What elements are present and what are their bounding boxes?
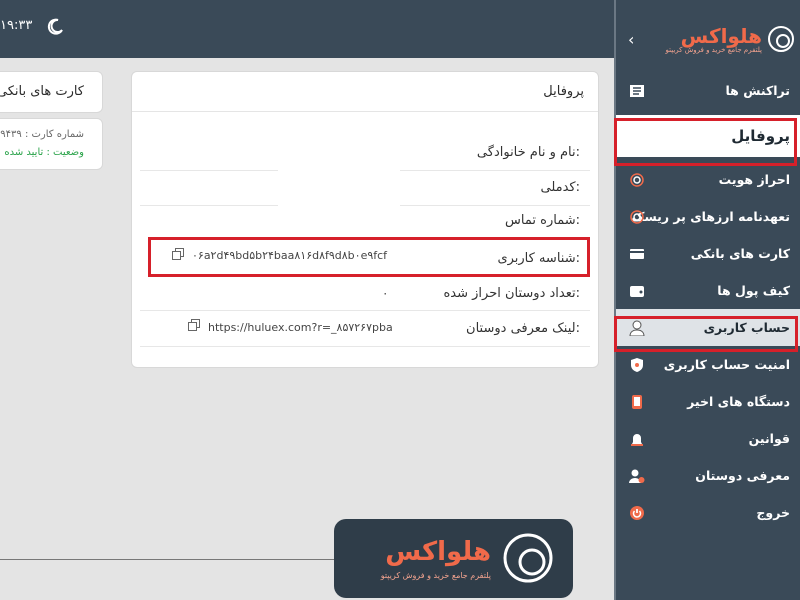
sidebar-item-recent-devices[interactable]: دستگاه های اخیر bbox=[616, 383, 800, 420]
transactions-icon bbox=[628, 82, 646, 100]
logo-icon bbox=[768, 26, 794, 52]
sidebar-item-label: حساب کاربری bbox=[703, 320, 790, 335]
bottom-divider bbox=[0, 559, 334, 560]
sidebar-section-profile: پروفایل bbox=[616, 115, 800, 157]
logo-icon bbox=[503, 533, 553, 583]
fingerprint-icon bbox=[628, 208, 646, 226]
verified-friends-label: تعداد دوستان احراز شده: bbox=[443, 286, 580, 301]
profile-card-title: پروفایل bbox=[543, 84, 584, 99]
sidebar-item-account-security[interactable]: امنیت حساب کاربری bbox=[616, 346, 800, 383]
copy-icon[interactable] bbox=[188, 319, 200, 331]
national-code-label: کدملی: bbox=[540, 180, 580, 195]
logo-text: هلواکس bbox=[680, 24, 762, 48]
wallet-icon bbox=[628, 282, 646, 300]
sidebar-item-label: تراکنش ها bbox=[725, 83, 790, 98]
user-id-value: ۰۶a۲d۴۹bd۵b۲۴baa۸۱۶d۸f۹d۸b۰e۹fcf bbox=[192, 249, 388, 262]
sidebar-header: ‹ هلواکس پلتفرم جامع خرید و فروش کریپتو bbox=[616, 0, 800, 70]
add-user-icon bbox=[628, 467, 646, 485]
sidebar: ‹ هلواکس پلتفرم جامع خرید و فروش کریپتو … bbox=[614, 0, 800, 600]
sidebar-item-identity-verification[interactable]: احراز هویت bbox=[616, 161, 800, 198]
power-icon bbox=[628, 504, 646, 522]
sidebar-item-wallets[interactable]: کیف پول ها bbox=[616, 272, 800, 309]
logo-tagline: پلتفرم جامع خرید و فروش کریپتو bbox=[665, 46, 763, 54]
card-status: وضعیت : تایید شده bbox=[4, 147, 84, 158]
divider bbox=[400, 170, 590, 171]
divider bbox=[400, 205, 590, 206]
user-id-label: شناسه کاربری: bbox=[497, 251, 580, 266]
bank-card-icon bbox=[628, 245, 646, 263]
sidebar-item-label: امنیت حساب کاربری bbox=[663, 357, 790, 372]
sidebar-item-label: احراز هویت bbox=[718, 172, 790, 187]
divider bbox=[140, 170, 278, 171]
moon-icon[interactable] bbox=[45, 17, 65, 37]
fingerprint-icon bbox=[628, 171, 646, 189]
sidebar-item-label: کیف پول ها bbox=[717, 283, 790, 298]
profile-card-header: پروفایل bbox=[132, 72, 598, 112]
sidebar-item-refer-friends[interactable]: معرفی دوستان bbox=[616, 457, 800, 494]
bank-cards-card: کارت های بانکی bbox=[0, 71, 103, 113]
sidebar-menu: تراکنش ها پروفایل احراز هویت تعهدنامه ار… bbox=[616, 72, 800, 531]
sidebar-item-high-risk-agreement[interactable]: تعهدنامه ارزهای پر ریسک bbox=[616, 198, 800, 235]
watermark-title: هلواکس bbox=[385, 537, 491, 567]
phone-icon bbox=[628, 393, 646, 411]
bank-cards-title: کارت های بانکی bbox=[0, 84, 84, 99]
sidebar-section-label: پروفایل bbox=[731, 127, 790, 145]
shield-icon bbox=[628, 356, 646, 374]
sidebar-item-label: دستگاه های اخیر bbox=[687, 394, 790, 409]
copy-icon[interactable] bbox=[172, 248, 184, 260]
phone-label: شماره تماس: bbox=[505, 213, 580, 228]
referral-link-value: https://huluex.com?r=_۸۵۷۲۶۷pba bbox=[208, 321, 393, 334]
full-name-label: نام و نام خانوادگی: bbox=[476, 145, 580, 160]
divider bbox=[140, 310, 590, 311]
divider bbox=[140, 346, 590, 347]
sidebar-item-user-account[interactable]: حساب کاربری bbox=[616, 309, 800, 346]
top-bar: ۱۹:۳۳ bbox=[0, 0, 614, 58]
card-number: شماره کارت : ۹۴۳۹ bbox=[0, 129, 84, 140]
sidebar-item-label: خروج bbox=[756, 505, 790, 520]
watermark-logo: هلواکس پلتفرم جامع خرید و فروش کریپتو bbox=[334, 519, 573, 598]
verified-friends-value: ۰ bbox=[382, 286, 389, 300]
sidebar-item-transactions[interactable]: تراکنش ها bbox=[616, 72, 800, 109]
sidebar-item-rules[interactable]: قوانین bbox=[616, 420, 800, 457]
profile-card: پروفایل نام و نام خانوادگی: کدملی: شماره… bbox=[131, 71, 599, 368]
sidebar-item-label: کارت های بانکی bbox=[690, 246, 790, 261]
clock: ۱۹:۳۳ bbox=[0, 18, 33, 33]
watermark-tagline: پلتفرم جامع خرید و فروش کریپتو bbox=[380, 571, 491, 580]
sidebar-item-label: قوانین bbox=[748, 431, 790, 446]
divider bbox=[140, 205, 278, 206]
sidebar-item-label: معرفی دوستان bbox=[695, 468, 790, 483]
referral-link-label: لینک معرفی دوستان: bbox=[466, 321, 580, 336]
bank-card-item[interactable]: شماره کارت : ۹۴۳۹ وضعیت : تایید شده bbox=[0, 118, 103, 170]
alarm-icon bbox=[628, 430, 646, 448]
sidebar-item-logout[interactable]: خروج bbox=[616, 494, 800, 531]
user-icon bbox=[628, 319, 646, 337]
sidebar-item-bank-cards[interactable]: کارت های بانکی bbox=[616, 235, 800, 272]
chevron-left-icon[interactable]: ‹ bbox=[628, 30, 634, 49]
sidebar-item-label: تعهدنامه ارزهای پر ریسک bbox=[631, 209, 790, 224]
